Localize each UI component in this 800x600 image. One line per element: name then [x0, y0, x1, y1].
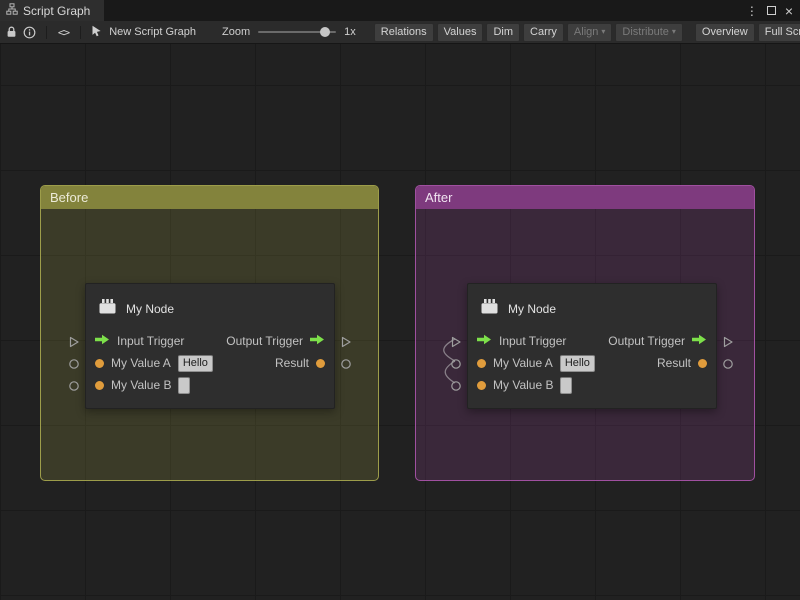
input-flow-port[interactable] — [68, 335, 80, 347]
input-flow-port[interactable] — [450, 335, 462, 347]
port-label: Input Trigger — [117, 334, 184, 348]
graph-tab-icon — [6, 3, 18, 18]
toolbar-gap — [686, 23, 692, 42]
input-value-port[interactable] — [68, 379, 80, 391]
node-icon — [480, 298, 499, 320]
align-dropdown[interactable]: Align▾ — [567, 23, 612, 42]
group-after-header[interactable]: After — [416, 186, 754, 209]
maximize-icon[interactable] — [767, 6, 776, 15]
code-icon: <> — [58, 26, 69, 39]
node-header[interactable]: My Node — [86, 284, 334, 330]
zoom-control: Zoom 1x — [222, 26, 356, 38]
window-controls: ⋮ × — [746, 0, 800, 21]
value-port-dot[interactable] — [477, 359, 486, 368]
toolbar-buttons: Relations Values Dim Carry Align▾ Distri… — [374, 23, 795, 42]
zoom-slider-handle[interactable] — [320, 27, 330, 37]
port-label: My Value B — [111, 378, 171, 392]
output-flow-port[interactable] — [722, 335, 734, 347]
relations-button[interactable]: Relations — [374, 23, 434, 42]
graph-name-button[interactable]: New Script Graph — [91, 25, 196, 40]
port-row: Input Trigger Output Trigger — [86, 330, 334, 352]
node-icon — [98, 298, 117, 320]
distribute-dropdown[interactable]: Distribute▾ — [615, 23, 682, 42]
fullscreen-button[interactable]: Full Scr — [758, 23, 800, 42]
port-row: My Value B — [468, 374, 716, 396]
info-button[interactable] — [22, 24, 35, 41]
carry-button[interactable]: Carry — [523, 23, 564, 42]
group-before-header[interactable]: Before — [41, 186, 378, 209]
dim-button[interactable]: Dim — [486, 23, 520, 42]
output-value-port[interactable] — [340, 357, 352, 369]
node-my-node-after[interactable]: My Node Input Trigger Output Trigger My … — [467, 283, 717, 409]
toolbar-separator — [46, 26, 47, 39]
values-button[interactable]: Values — [437, 23, 484, 42]
node-my-node-before[interactable]: My Node Input Trigger Output Trigger My … — [85, 283, 335, 409]
port-row: My Value B — [86, 374, 334, 396]
script-graph-window: Script Graph ⋮ × <> — [0, 0, 800, 600]
port-label: Result — [657, 356, 691, 370]
port-row: Input Trigger Output Trigger — [468, 330, 716, 352]
output-flow-port[interactable] — [340, 335, 352, 347]
my-value-a-field[interactable]: Hello — [178, 355, 213, 372]
flow-arrow-icon[interactable] — [477, 332, 492, 350]
my-value-b-field[interactable] — [560, 377, 572, 394]
zoom-label: Zoom — [222, 26, 250, 38]
group-before-label: Before — [50, 190, 88, 205]
port-label: Output Trigger — [608, 334, 685, 348]
value-port-dot[interactable] — [477, 381, 486, 390]
node-title: My Node — [508, 302, 556, 316]
kebab-menu-icon[interactable]: ⋮ — [746, 4, 758, 18]
graph-canvas[interactable]: Before After — [0, 44, 800, 600]
output-value-port[interactable] — [722, 357, 734, 369]
value-port-dot[interactable] — [698, 359, 707, 368]
tab-bar: Script Graph ⋮ × — [0, 0, 800, 21]
port-label: My Value B — [493, 378, 553, 392]
code-view-button[interactable]: <> — [57, 24, 70, 41]
flow-arrow-icon[interactable] — [692, 332, 707, 350]
flow-arrow-icon[interactable] — [310, 332, 325, 350]
zoom-value: 1x — [344, 26, 356, 38]
node-header[interactable]: My Node — [468, 284, 716, 330]
input-value-port[interactable] — [68, 357, 80, 369]
input-value-port[interactable] — [450, 379, 462, 391]
port-label: Output Trigger — [226, 334, 303, 348]
tab-title: Script Graph — [23, 4, 90, 18]
port-label: My Value A — [493, 356, 553, 370]
port-row: My Value A Hello Result — [468, 352, 716, 374]
chevron-down-icon: ▾ — [672, 27, 676, 36]
zoom-slider[interactable] — [258, 31, 336, 33]
tab-script-graph[interactable]: Script Graph — [0, 0, 104, 21]
cursor-icon — [91, 25, 102, 40]
node-title: My Node — [126, 302, 174, 316]
port-label: Input Trigger — [499, 334, 566, 348]
my-value-b-field[interactable] — [178, 377, 190, 394]
flow-arrow-icon[interactable] — [95, 332, 110, 350]
toolbar-separator — [80, 26, 81, 39]
overview-button[interactable]: Overview — [695, 23, 755, 42]
close-icon[interactable]: × — [785, 4, 793, 18]
value-port-dot[interactable] — [316, 359, 325, 368]
port-label: My Value A — [111, 356, 171, 370]
value-port-dot[interactable] — [95, 359, 104, 368]
graph-name-label: New Script Graph — [109, 26, 196, 38]
port-row: My Value A Hello Result — [86, 352, 334, 374]
lock-button[interactable] — [5, 24, 18, 41]
input-value-port[interactable] — [450, 357, 462, 369]
graph-toolbar: <> New Script Graph Zoom 1x Relations Va… — [0, 21, 800, 44]
group-after-label: After — [425, 190, 452, 205]
port-label: Result — [275, 356, 309, 370]
value-port-dot[interactable] — [95, 381, 104, 390]
my-value-a-field[interactable]: Hello — [560, 355, 595, 372]
chevron-down-icon: ▾ — [601, 27, 605, 36]
